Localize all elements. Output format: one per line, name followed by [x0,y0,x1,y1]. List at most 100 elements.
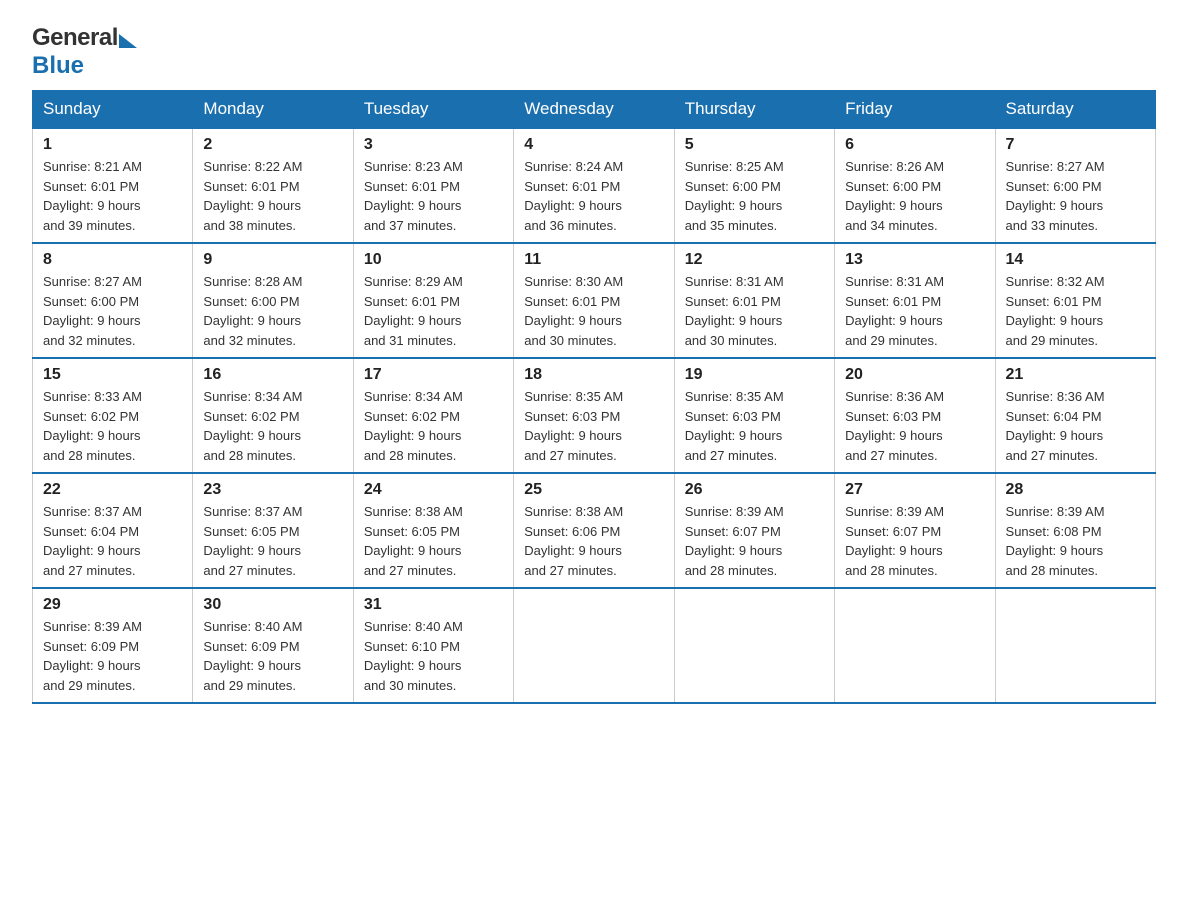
day-number: 3 [364,136,503,154]
calendar-cell: 3 Sunrise: 8:23 AM Sunset: 6:01 PM Dayli… [353,128,513,243]
day-info: Sunrise: 8:36 AM Sunset: 6:04 PM Dayligh… [1006,387,1145,465]
calendar-cell: 16 Sunrise: 8:34 AM Sunset: 6:02 PM Dayl… [193,358,353,473]
day-info: Sunrise: 8:31 AM Sunset: 6:01 PM Dayligh… [845,272,984,350]
day-info: Sunrise: 8:39 AM Sunset: 6:07 PM Dayligh… [845,502,984,580]
day-info: Sunrise: 8:40 AM Sunset: 6:10 PM Dayligh… [364,617,503,695]
day-number: 21 [1006,366,1145,384]
day-number: 27 [845,481,984,499]
day-number: 24 [364,481,503,499]
calendar-table: SundayMondayTuesdayWednesdayThursdayFrid… [32,90,1156,704]
calendar-day-header: Monday [193,91,353,129]
calendar-cell: 6 Sunrise: 8:26 AM Sunset: 6:00 PM Dayli… [835,128,995,243]
calendar-cell: 20 Sunrise: 8:36 AM Sunset: 6:03 PM Dayl… [835,358,995,473]
day-info: Sunrise: 8:25 AM Sunset: 6:00 PM Dayligh… [685,157,824,235]
day-info: Sunrise: 8:22 AM Sunset: 6:01 PM Dayligh… [203,157,342,235]
day-number: 18 [524,366,663,384]
day-info: Sunrise: 8:39 AM Sunset: 6:08 PM Dayligh… [1006,502,1145,580]
calendar-cell: 11 Sunrise: 8:30 AM Sunset: 6:01 PM Dayl… [514,243,674,358]
calendar-cell: 14 Sunrise: 8:32 AM Sunset: 6:01 PM Dayl… [995,243,1155,358]
day-number: 5 [685,136,824,154]
calendar-cell: 12 Sunrise: 8:31 AM Sunset: 6:01 PM Dayl… [674,243,834,358]
day-number: 26 [685,481,824,499]
day-info: Sunrise: 8:31 AM Sunset: 6:01 PM Dayligh… [685,272,824,350]
day-number: 19 [685,366,824,384]
day-number: 2 [203,136,342,154]
day-number: 6 [845,136,984,154]
day-number: 25 [524,481,663,499]
calendar-cell: 10 Sunrise: 8:29 AM Sunset: 6:01 PM Dayl… [353,243,513,358]
day-info: Sunrise: 8:29 AM Sunset: 6:01 PM Dayligh… [364,272,503,350]
calendar-cell [835,588,995,703]
calendar-day-header: Wednesday [514,91,674,129]
day-number: 17 [364,366,503,384]
day-info: Sunrise: 8:38 AM Sunset: 6:05 PM Dayligh… [364,502,503,580]
day-info: Sunrise: 8:38 AM Sunset: 6:06 PM Dayligh… [524,502,663,580]
day-info: Sunrise: 8:39 AM Sunset: 6:09 PM Dayligh… [43,617,182,695]
calendar-cell: 22 Sunrise: 8:37 AM Sunset: 6:04 PM Dayl… [33,473,193,588]
calendar-cell: 17 Sunrise: 8:34 AM Sunset: 6:02 PM Dayl… [353,358,513,473]
calendar-cell: 8 Sunrise: 8:27 AM Sunset: 6:00 PM Dayli… [33,243,193,358]
day-info: Sunrise: 8:30 AM Sunset: 6:01 PM Dayligh… [524,272,663,350]
day-number: 15 [43,366,182,384]
day-number: 13 [845,251,984,269]
calendar-cell: 13 Sunrise: 8:31 AM Sunset: 6:01 PM Dayl… [835,243,995,358]
calendar-cell: 23 Sunrise: 8:37 AM Sunset: 6:05 PM Dayl… [193,473,353,588]
day-number: 20 [845,366,984,384]
day-info: Sunrise: 8:27 AM Sunset: 6:00 PM Dayligh… [1006,157,1145,235]
day-info: Sunrise: 8:39 AM Sunset: 6:07 PM Dayligh… [685,502,824,580]
calendar-cell: 27 Sunrise: 8:39 AM Sunset: 6:07 PM Dayl… [835,473,995,588]
day-number: 29 [43,596,182,614]
calendar-cell: 28 Sunrise: 8:39 AM Sunset: 6:08 PM Dayl… [995,473,1155,588]
day-info: Sunrise: 8:40 AM Sunset: 6:09 PM Dayligh… [203,617,342,695]
day-info: Sunrise: 8:28 AM Sunset: 6:00 PM Dayligh… [203,272,342,350]
day-info: Sunrise: 8:21 AM Sunset: 6:01 PM Dayligh… [43,157,182,235]
calendar-cell: 7 Sunrise: 8:27 AM Sunset: 6:00 PM Dayli… [995,128,1155,243]
calendar-cell: 21 Sunrise: 8:36 AM Sunset: 6:04 PM Dayl… [995,358,1155,473]
calendar-cell: 9 Sunrise: 8:28 AM Sunset: 6:00 PM Dayli… [193,243,353,358]
calendar-cell: 18 Sunrise: 8:35 AM Sunset: 6:03 PM Dayl… [514,358,674,473]
calendar-day-header: Thursday [674,91,834,129]
day-info: Sunrise: 8:26 AM Sunset: 6:00 PM Dayligh… [845,157,984,235]
calendar-day-header: Friday [835,91,995,129]
calendar-cell [514,588,674,703]
calendar-cell: 15 Sunrise: 8:33 AM Sunset: 6:02 PM Dayl… [33,358,193,473]
day-number: 23 [203,481,342,499]
day-number: 10 [364,251,503,269]
calendar-header-row: SundayMondayTuesdayWednesdayThursdayFrid… [33,91,1156,129]
calendar-cell: 31 Sunrise: 8:40 AM Sunset: 6:10 PM Dayl… [353,588,513,703]
day-number: 7 [1006,136,1145,154]
day-number: 8 [43,251,182,269]
day-number: 31 [364,596,503,614]
day-info: Sunrise: 8:34 AM Sunset: 6:02 PM Dayligh… [364,387,503,465]
calendar-week-row: 1 Sunrise: 8:21 AM Sunset: 6:01 PM Dayli… [33,128,1156,243]
day-info: Sunrise: 8:35 AM Sunset: 6:03 PM Dayligh… [685,387,824,465]
day-info: Sunrise: 8:35 AM Sunset: 6:03 PM Dayligh… [524,387,663,465]
day-info: Sunrise: 8:36 AM Sunset: 6:03 PM Dayligh… [845,387,984,465]
page-header: General Blue [32,24,1156,80]
calendar-week-row: 22 Sunrise: 8:37 AM Sunset: 6:04 PM Dayl… [33,473,1156,588]
day-number: 30 [203,596,342,614]
day-number: 4 [524,136,663,154]
calendar-day-header: Saturday [995,91,1155,129]
day-number: 1 [43,136,182,154]
calendar-cell: 29 Sunrise: 8:39 AM Sunset: 6:09 PM Dayl… [33,588,193,703]
logo-blue-text: Blue [32,52,84,79]
calendar-week-row: 15 Sunrise: 8:33 AM Sunset: 6:02 PM Dayl… [33,358,1156,473]
calendar-cell [995,588,1155,703]
logo: General Blue [32,24,137,80]
calendar-cell: 19 Sunrise: 8:35 AM Sunset: 6:03 PM Dayl… [674,358,834,473]
logo-general-text: General [32,24,118,52]
day-info: Sunrise: 8:24 AM Sunset: 6:01 PM Dayligh… [524,157,663,235]
calendar-cell: 26 Sunrise: 8:39 AM Sunset: 6:07 PM Dayl… [674,473,834,588]
day-info: Sunrise: 8:32 AM Sunset: 6:01 PM Dayligh… [1006,272,1145,350]
calendar-cell: 5 Sunrise: 8:25 AM Sunset: 6:00 PM Dayli… [674,128,834,243]
day-info: Sunrise: 8:23 AM Sunset: 6:01 PM Dayligh… [364,157,503,235]
day-number: 12 [685,251,824,269]
day-number: 14 [1006,251,1145,269]
day-info: Sunrise: 8:34 AM Sunset: 6:02 PM Dayligh… [203,387,342,465]
calendar-cell [674,588,834,703]
day-info: Sunrise: 8:27 AM Sunset: 6:00 PM Dayligh… [43,272,182,350]
calendar-cell: 4 Sunrise: 8:24 AM Sunset: 6:01 PM Dayli… [514,128,674,243]
calendar-cell: 24 Sunrise: 8:38 AM Sunset: 6:05 PM Dayl… [353,473,513,588]
day-number: 22 [43,481,182,499]
